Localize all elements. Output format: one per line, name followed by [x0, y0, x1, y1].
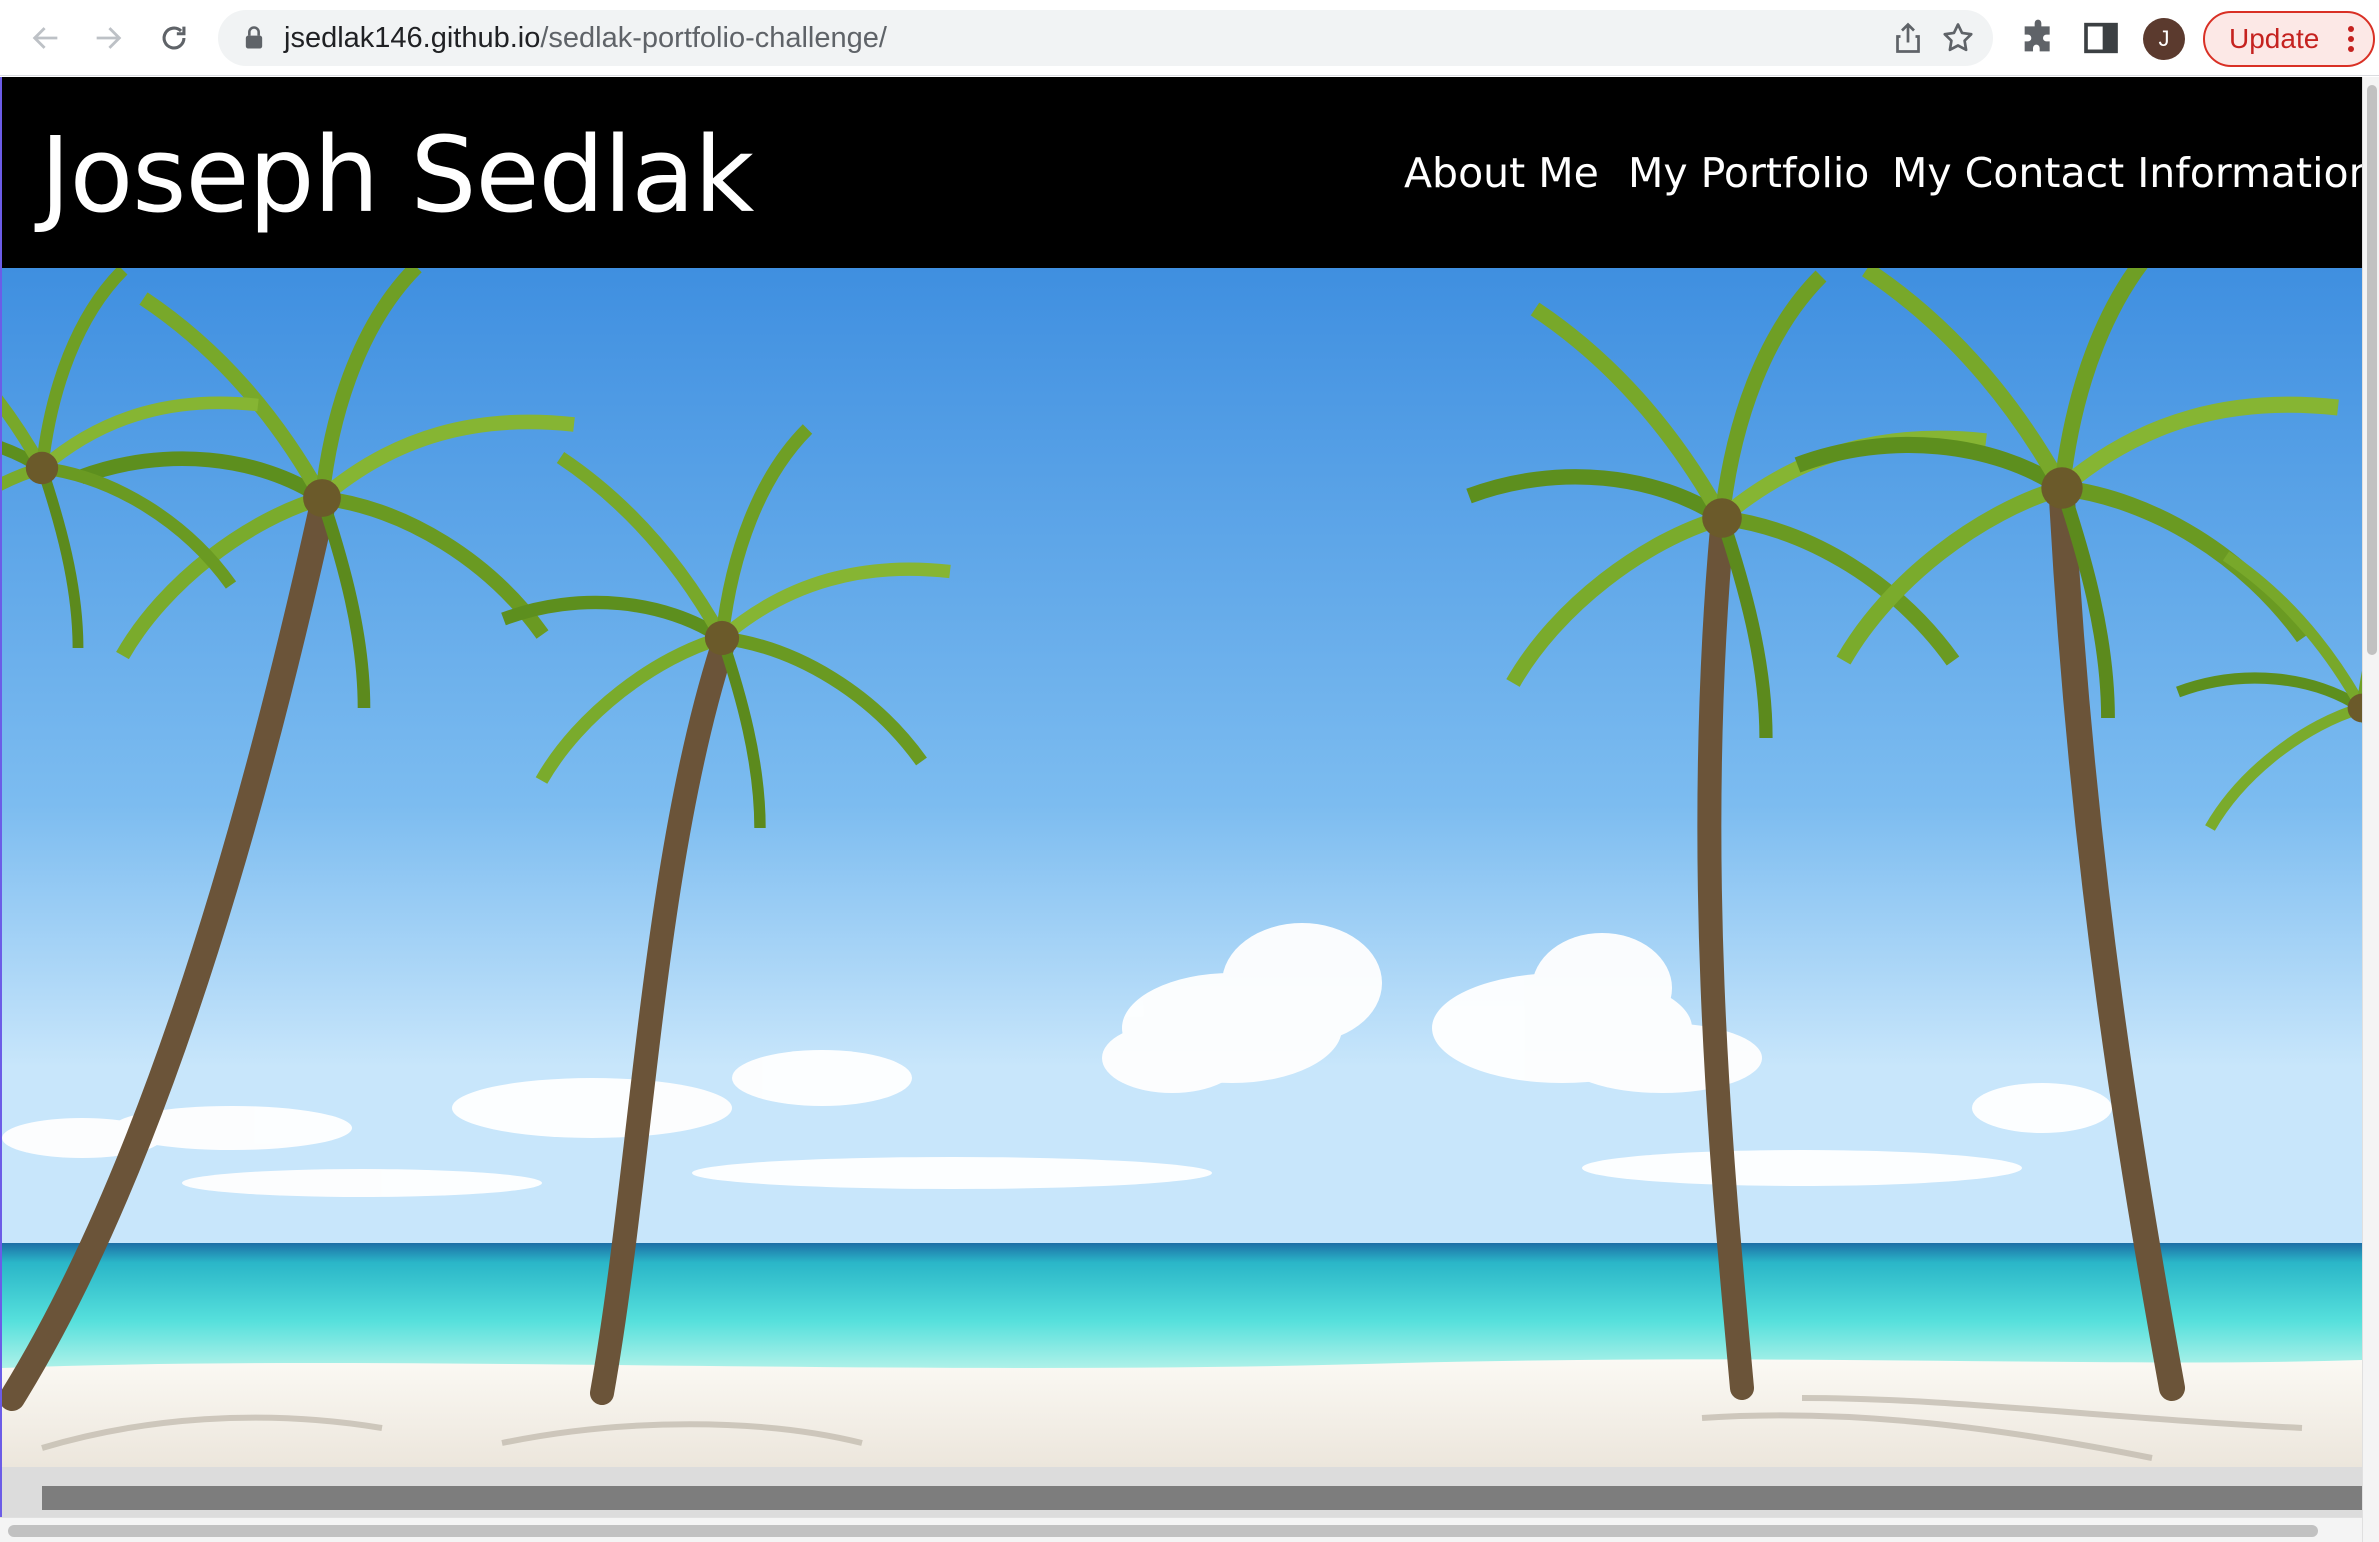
star-icon[interactable] — [1940, 20, 1976, 56]
kebab-menu-icon[interactable] — [2347, 25, 2355, 53]
site-header: Joseph Sedlak About Me My Portfolio My C… — [2, 77, 2362, 268]
forward-button[interactable] — [84, 14, 132, 62]
back-button[interactable] — [22, 14, 70, 62]
horizontal-scrollbar-thumb[interactable] — [8, 1525, 2318, 1537]
update-label: Update — [2229, 23, 2320, 54]
nav-link-contact-information[interactable]: My Contact Information — [1892, 147, 2362, 199]
hero-beach-image — [2, 268, 2362, 1467]
browser-toolbar: jsedlak146.github.io/sedlak-portfolio-ch… — [0, 0, 2379, 76]
lock-icon[interactable] — [240, 24, 268, 52]
extensions-puzzle-icon[interactable] — [2018, 18, 2058, 58]
url-host: jsedlak146.github.io — [284, 22, 541, 54]
forward-arrow-icon — [96, 27, 122, 49]
url-path: /sedlak-portfolio-challenge/ — [540, 22, 887, 54]
reload-icon — [162, 26, 186, 50]
page-viewport: Joseph Sedlak About Me My Portfolio My C… — [0, 77, 2362, 1517]
side-panel-icon[interactable] — [2081, 18, 2121, 58]
vertical-scrollbar-thumb[interactable] — [2367, 85, 2377, 655]
nav-link-about-me[interactable]: About Me — [1404, 147, 1599, 199]
update-button[interactable]: Update — [2203, 11, 2375, 67]
gray-bar — [42, 1486, 2362, 1510]
back-arrow-icon — [32, 27, 58, 49]
profile-avatar[interactable]: J — [2143, 18, 2185, 60]
horizontal-scrollbar[interactable] — [0, 1517, 2362, 1542]
vertical-scrollbar[interactable] — [2362, 77, 2379, 1542]
site-title: Joseph Sedlak — [40, 114, 754, 236]
share-icon[interactable] — [1890, 20, 1926, 56]
url-text[interactable]: jsedlak146.github.io/sedlak-portfolio-ch… — [284, 10, 887, 66]
nav-link-my-portfolio[interactable]: My Portfolio — [1628, 147, 1869, 199]
reload-button[interactable] — [150, 14, 198, 62]
address-bar[interactable]: jsedlak146.github.io/sedlak-portfolio-ch… — [218, 10, 1993, 66]
